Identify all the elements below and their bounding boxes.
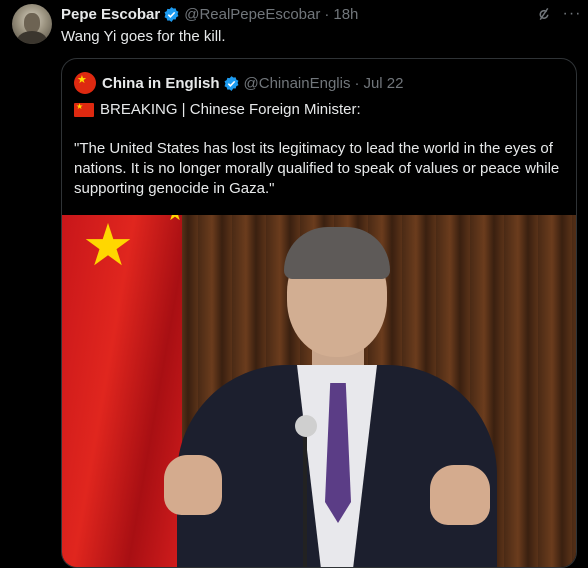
author-avatar[interactable] xyxy=(12,4,52,44)
avatar-face xyxy=(24,13,40,33)
tweet-header: Pepe Escobar @RealPepeEscobar · 18h xyxy=(61,4,358,24)
more-options-icon[interactable]: ··· xyxy=(562,4,582,24)
attached-photo[interactable]: ★ ★ xyxy=(62,215,576,567)
separator-dot: · xyxy=(354,74,360,92)
tweet-text: Wang Yi goes for the kill. xyxy=(61,28,226,45)
speaker-right-hand xyxy=(430,465,490,525)
quoted-line-breaking: ★ BREAKING | Chinese Foreign Minister: xyxy=(74,101,361,118)
grok-icon[interactable] xyxy=(535,5,553,23)
quoted-tweet[interactable]: ★ China in English @ChinainEnglis · Jul … xyxy=(61,58,577,568)
quoted-author-handle[interactable]: @ChinainEnglis xyxy=(244,75,351,92)
speaker-hair xyxy=(284,227,390,279)
quoted-statement: "The United States has lost its legitima… xyxy=(74,140,560,197)
microphone-icon xyxy=(295,415,317,437)
breaking-text: BREAKING | Chinese Foreign Minister: xyxy=(100,101,361,118)
flag-small-star-icon: ★ xyxy=(166,215,184,226)
quoted-header: ★ China in English @ChinainEnglis · Jul … xyxy=(74,71,404,95)
author-handle[interactable]: @RealPepeEscobar xyxy=(184,6,320,23)
author-name[interactable]: Pepe Escobar xyxy=(61,6,160,23)
china-flag-emoji-icon: ★ xyxy=(74,102,94,117)
separator-dot: · xyxy=(324,5,330,23)
microphone-stand xyxy=(303,433,307,567)
china-flag: ★ ★ xyxy=(62,215,184,567)
quoted-avatar[interactable]: ★ xyxy=(74,72,96,94)
quoted-timestamp[interactable]: Jul 22 xyxy=(363,75,403,92)
quoted-author-name[interactable]: China in English xyxy=(102,75,220,92)
speaker-left-hand xyxy=(164,455,222,515)
verified-badge-icon xyxy=(164,6,179,22)
tweet-timestamp[interactable]: 18h xyxy=(333,6,358,23)
verified-badge-icon xyxy=(224,75,238,91)
flag-star-icon: ★ xyxy=(82,215,134,278)
avatar-body xyxy=(17,31,47,44)
